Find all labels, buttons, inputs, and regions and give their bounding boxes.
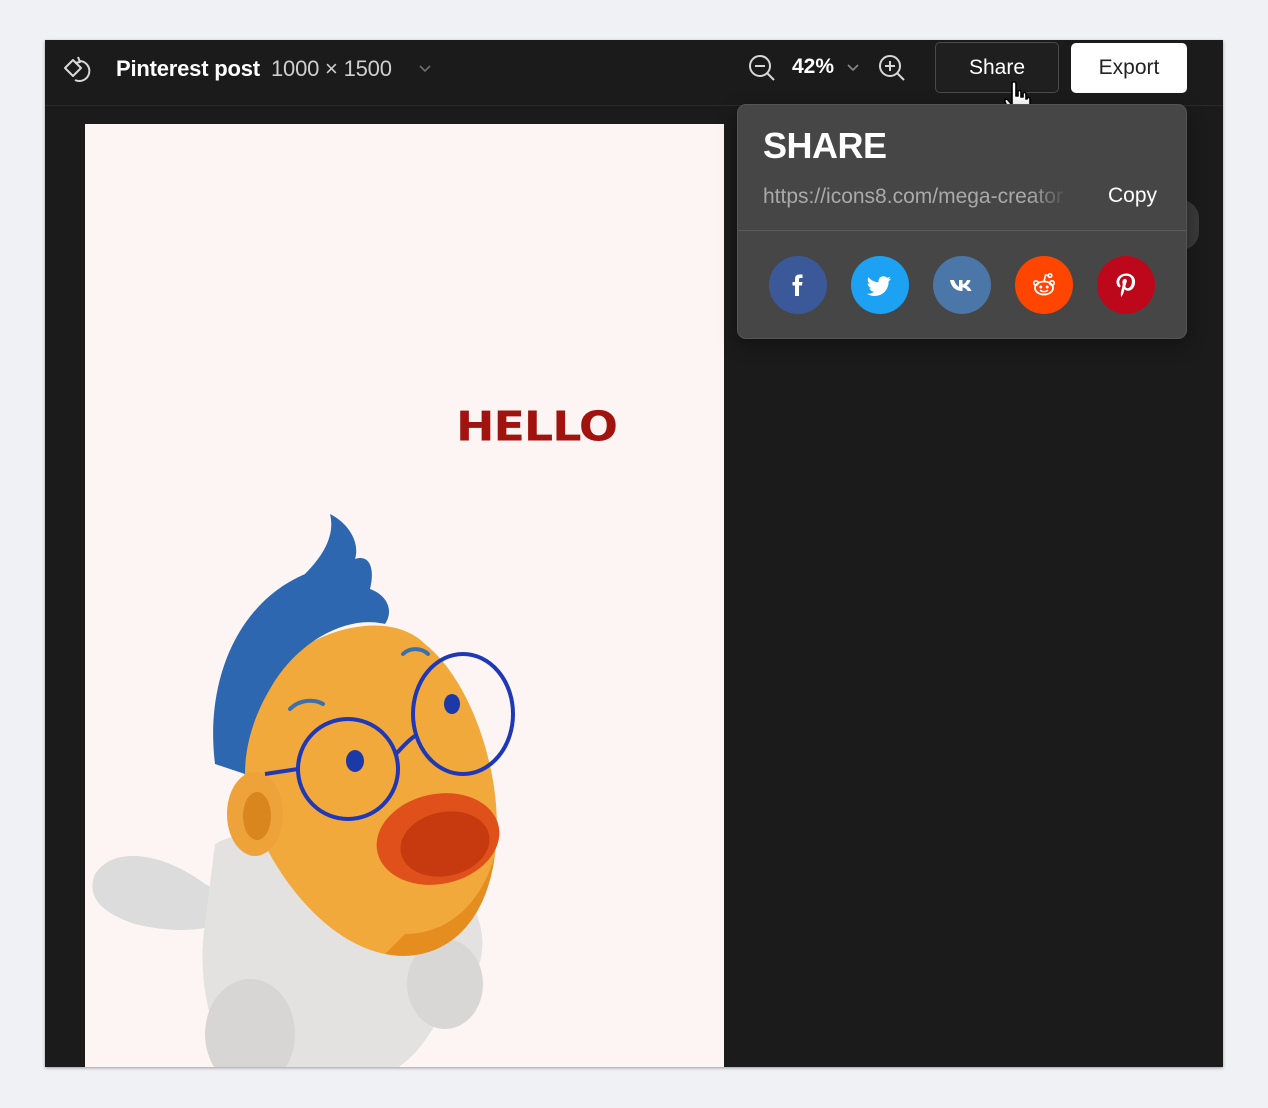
share-url-field[interactable]: https://icons8.com/mega-creator	[763, 185, 1068, 211]
share-facebook-button[interactable]	[769, 256, 827, 314]
document-size: 1000 × 1500	[271, 56, 392, 81]
reddit-icon	[1033, 272, 1055, 296]
pinterest-icon	[1116, 273, 1136, 297]
export-button[interactable]: Export	[1071, 43, 1187, 93]
share-popover-title: SHARE	[763, 125, 887, 166]
twitter-icon	[866, 276, 891, 296]
share-button[interactable]: Share	[935, 42, 1059, 93]
headline-text[interactable]: HELLO	[456, 402, 618, 451]
share-vk-button[interactable]	[933, 256, 991, 314]
character-illustration[interactable]	[85, 514, 565, 1067]
popover-divider	[738, 230, 1186, 231]
vk-icon	[950, 280, 972, 291]
zoom-level[interactable]: 42%	[792, 55, 834, 79]
share-popover: SHARE https://icons8.com/mega-creator Co…	[737, 104, 1187, 339]
editor-window: Pinterest post 1000 × 1500 42% Share Exp…	[45, 40, 1223, 1067]
document-title: Pinterest post	[116, 56, 260, 81]
zoom-chevron-down-icon[interactable]	[845, 59, 861, 75]
artboard[interactable]: HELLO	[85, 124, 724, 1067]
reset-icon[interactable]	[61, 54, 97, 86]
share-pinterest-button[interactable]	[1097, 256, 1155, 314]
zoom-out-icon[interactable]	[746, 52, 778, 84]
chevron-down-icon[interactable]	[417, 60, 433, 76]
zoom-in-icon[interactable]	[876, 52, 908, 84]
share-reddit-button[interactable]	[1015, 256, 1073, 314]
facebook-icon	[792, 274, 803, 296]
share-twitter-button[interactable]	[851, 256, 909, 314]
copy-link-button[interactable]: Copy	[1108, 184, 1157, 208]
top-toolbar: Pinterest post 1000 × 1500 42% Share Exp…	[45, 40, 1223, 106]
